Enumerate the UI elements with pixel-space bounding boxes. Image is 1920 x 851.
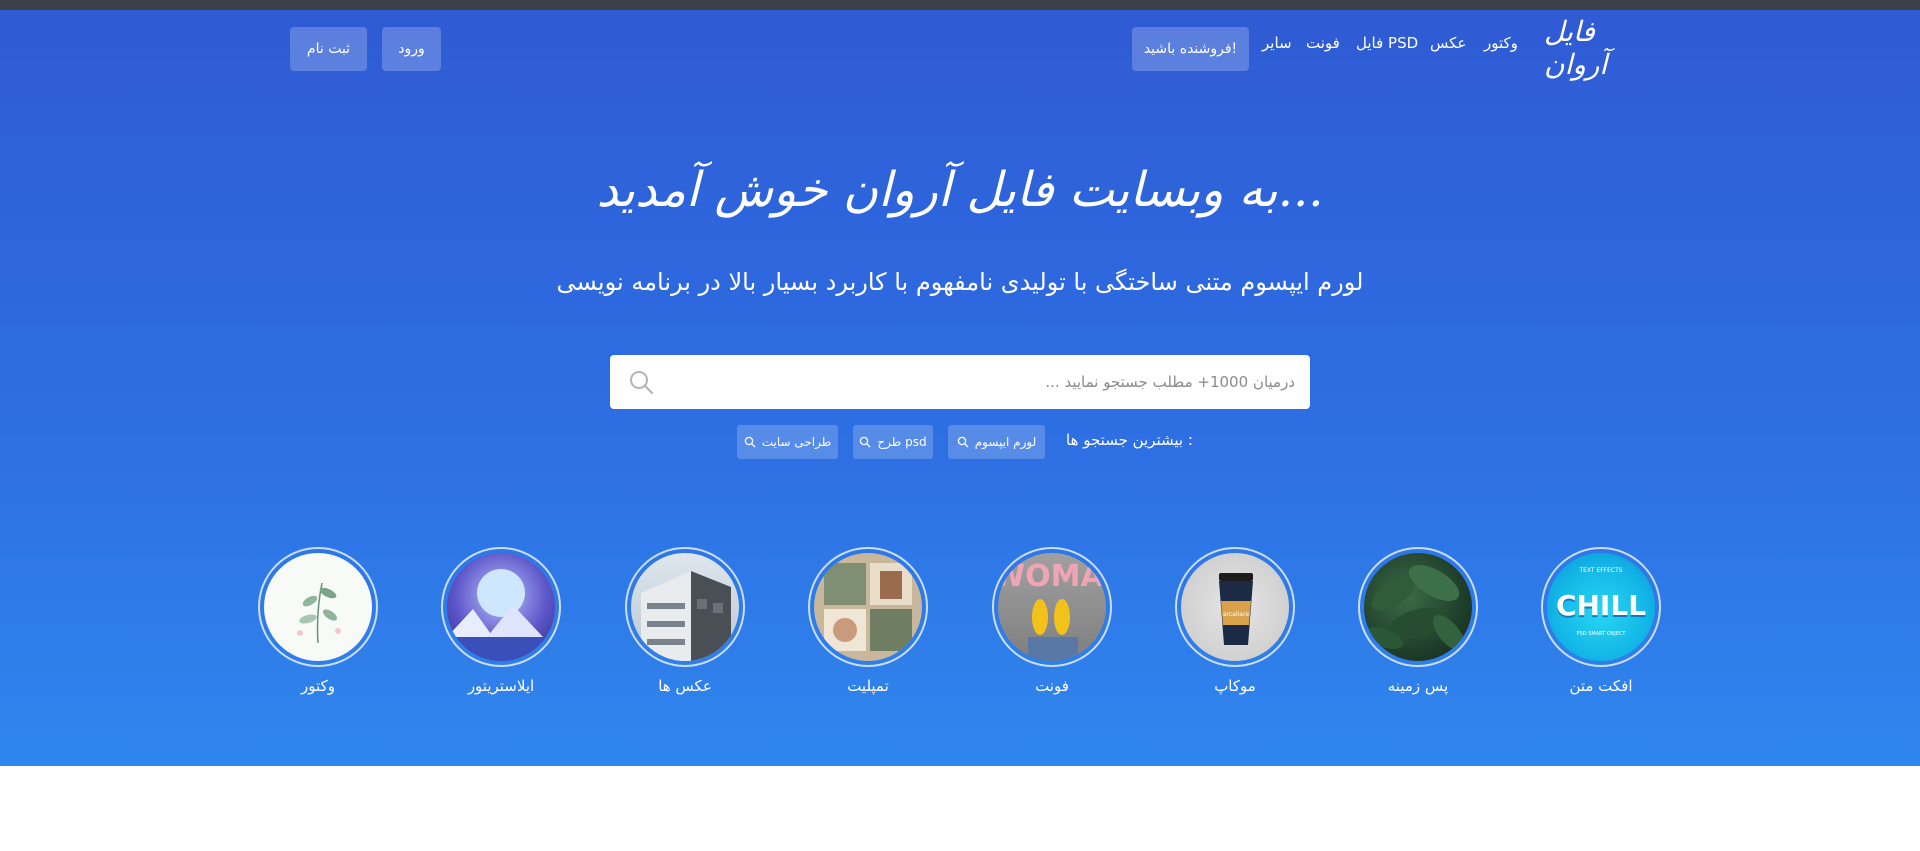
category-illustrator[interactable]: ایلاستریتور xyxy=(438,547,564,699)
category-label: پس زمینه xyxy=(1387,677,1449,695)
chill-text: CHILL xyxy=(1555,589,1647,622)
become-seller-button[interactable]: فروشنده باشید! xyxy=(1132,27,1249,71)
category-label: عکس ها xyxy=(658,677,712,695)
category-font[interactable]: WOMAN فونت xyxy=(989,547,1115,699)
search-icon xyxy=(860,436,871,448)
category-label: تمپلیت xyxy=(847,677,889,695)
nav-vector[interactable]: وکتور xyxy=(1484,34,1518,58)
logo-text: فایل آروان xyxy=(1544,15,1608,81)
login-button[interactable]: ورود xyxy=(382,27,441,71)
template-grid-illustration xyxy=(824,563,912,651)
floral-vector-image xyxy=(264,553,372,661)
mockup-brand-text: arcaliare xyxy=(1223,611,1249,618)
nav-psd-file[interactable]: فایل PSD xyxy=(1356,34,1418,58)
coffee-cup-illustration: arcaliare xyxy=(1219,573,1253,645)
woman-lettering-image: WOMAN xyxy=(998,553,1106,661)
building-image xyxy=(631,553,739,661)
leaves-illustration xyxy=(1364,565,1466,652)
psd-smart-object-caption: PSD SMART OBJECT xyxy=(1576,631,1626,637)
site-logo[interactable]: فایل آروان xyxy=(1544,15,1648,81)
popular-chip-label: لورم ایپسوم xyxy=(974,435,1037,449)
category-label: افکت متن xyxy=(1569,677,1633,695)
search-icon xyxy=(744,436,756,448)
floral-vector-illustration xyxy=(297,582,341,644)
search-icon xyxy=(957,436,969,448)
text-effects-caption: TEXT EFFECTS xyxy=(1579,567,1623,574)
category-image-ring xyxy=(441,547,561,667)
category-image-ring xyxy=(258,547,378,667)
category-text-effect[interactable]: TEXT EFFECTS CHILL PSD SMART OBJECT افکت… xyxy=(1538,547,1664,699)
yellow-shoes-illustration xyxy=(1028,599,1078,661)
welcome-heading: به وبسایت فایل آروان خوش آمدید... xyxy=(596,162,1324,218)
popular-chip[interactable]: طراحی سایت xyxy=(737,425,838,459)
category-image-ring: TEXT EFFECTS CHILL PSD SMART OBJECT xyxy=(1541,547,1661,667)
category-image-ring xyxy=(625,547,745,667)
category-template[interactable]: تمپلیت xyxy=(805,547,931,699)
category-label: موکاپ xyxy=(1214,677,1256,695)
coffee-cup-image: arcaliare xyxy=(1181,553,1289,661)
search-input[interactable] xyxy=(670,355,1295,409)
moon-landscape-image xyxy=(447,553,555,661)
top-strip xyxy=(0,0,1920,10)
category-image-ring: WOMAN xyxy=(992,547,1112,667)
popular-searches-label: بیشترین جستجو ها : xyxy=(1066,431,1193,449)
building-illustration xyxy=(641,571,731,661)
category-image-ring xyxy=(808,547,928,667)
text-effect-image: TEXT EFFECTS CHILL PSD SMART OBJECT xyxy=(1547,553,1655,661)
nav-other[interactable]: سایر xyxy=(1262,34,1292,58)
category-mockup[interactable]: arcaliare موکاپ xyxy=(1172,547,1298,699)
category-label: فونت xyxy=(1035,677,1069,695)
popular-chip-label: طرح psd xyxy=(877,435,927,449)
register-button[interactable]: ثبت نام xyxy=(290,27,367,71)
hero-subtitle: لورم ایپسوم متنی ساختگی با تولیدی نامفهو… xyxy=(556,268,1364,296)
category-image-ring xyxy=(1358,547,1478,667)
popular-chip-label: طراحی سایت xyxy=(761,435,832,449)
category-label: ایلاستریتور xyxy=(467,677,535,695)
page-content-area xyxy=(0,766,1920,851)
leaves-image xyxy=(1364,553,1472,661)
search-icon[interactable] xyxy=(628,369,654,395)
nav-photo[interactable]: عکس xyxy=(1430,34,1466,58)
popular-chip[interactable]: طرح psd xyxy=(853,425,933,459)
template-grid-image xyxy=(814,553,922,661)
category-vector[interactable]: وکتور xyxy=(255,547,381,699)
category-image-ring: arcaliare xyxy=(1175,547,1295,667)
category-background[interactable]: پس زمینه xyxy=(1355,547,1481,699)
moon-landscape-illustration xyxy=(447,569,555,661)
nav-font[interactable]: فونت xyxy=(1306,34,1340,58)
popular-chip[interactable]: لورم ایپسوم xyxy=(948,425,1045,459)
category-photos[interactable]: عکس ها xyxy=(622,547,748,699)
search-box xyxy=(610,355,1310,409)
category-label: وکتور xyxy=(301,677,335,695)
